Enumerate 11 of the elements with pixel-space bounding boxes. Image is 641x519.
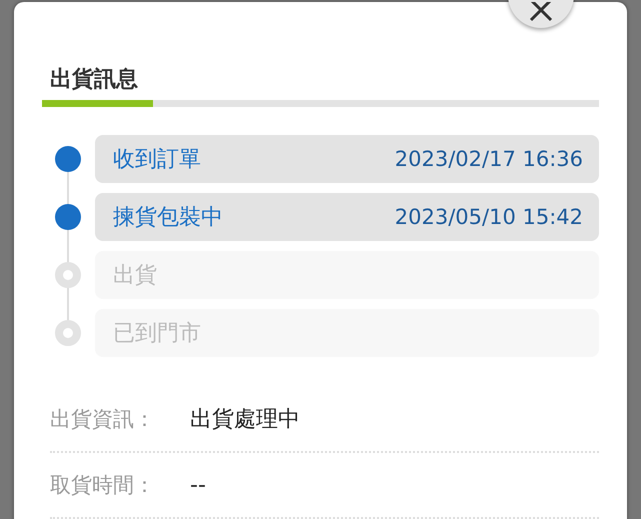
section-title: 出貨訊息 xyxy=(49,66,139,94)
info-label: 取貨時間： xyxy=(50,472,156,499)
info-label: 出貨資訊： xyxy=(50,406,156,433)
step-time: 2023/02/17 16:36 xyxy=(394,147,583,171)
step-label: 收到訂單 xyxy=(113,146,201,174)
step-time: 2023/05/10 15:42 xyxy=(394,205,583,229)
step-label: 揀貨包裝中 xyxy=(113,204,223,232)
info-value: -- xyxy=(190,472,206,498)
step-label: 出貨 xyxy=(113,262,157,290)
info-value: 出貨處理中 xyxy=(190,406,300,434)
step-label: 已到門市 xyxy=(113,320,201,348)
